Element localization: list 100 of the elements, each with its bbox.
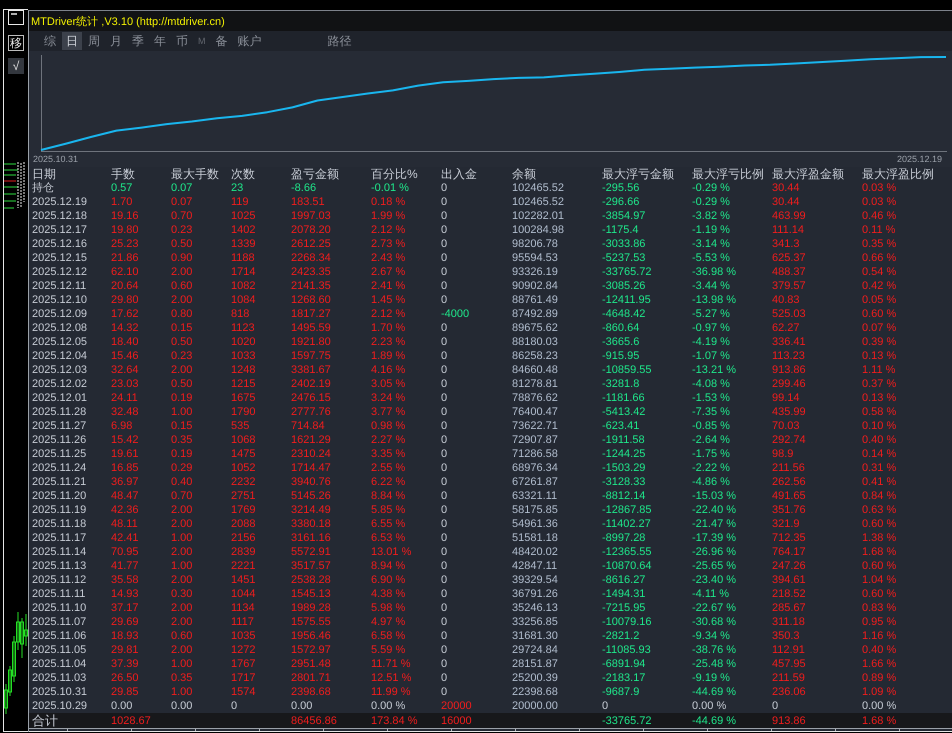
row-label: 2025.11.20 — [32, 489, 88, 503]
table-cell-text: 2.00 — [171, 503, 194, 517]
table-cell-text: -4000 — [441, 307, 470, 321]
table-cell-text: -25.48 % — [692, 657, 738, 671]
table-cell-text: 0.70 — [171, 489, 194, 503]
table-cell-text: 0.60 — [171, 279, 194, 293]
table-cell-text: 22398.68 — [512, 685, 559, 699]
table-cell-text: 1215 — [231, 377, 256, 391]
table-cell-text: 25.23 — [111, 237, 140, 251]
table-cell-text: 350.3 — [772, 629, 801, 643]
tab[interactable]: 备 — [212, 32, 232, 50]
table-cell-text: 62.10 — [111, 265, 140, 279]
table-cell-text: -2821.2 — [602, 629, 640, 643]
table-cell-text: 2.00 — [171, 643, 194, 657]
table-cell-text: -3665.6 — [602, 335, 640, 349]
row-label: 2025.11.25 — [32, 447, 88, 461]
row-label: 合计 — [32, 714, 59, 728]
table-cell-text: 1475 — [231, 447, 256, 461]
table-cell-text: 2.00 — [171, 573, 194, 587]
table-cell-text: 1.45 % — [371, 293, 406, 307]
table-cell-text: 8.94 % — [371, 559, 406, 573]
table-cell-text: -5413.42 — [602, 405, 646, 419]
table-cell-text: 913.86 — [772, 363, 807, 377]
tab[interactable]: 年 — [150, 32, 170, 50]
table-cell-text: -12411.95 — [602, 293, 652, 307]
table-cell-text: 23 — [231, 181, 244, 195]
table-cell-text: 0 — [441, 587, 448, 601]
table-cell-text: 2423.35 — [291, 265, 332, 279]
table-cell-text: -5237.53 — [602, 251, 646, 265]
table-cell-text: 2156 — [231, 531, 256, 545]
table-cell-text: -13.21 % — [692, 363, 738, 377]
table-cell-text: 98206.78 — [512, 237, 559, 251]
table-cell-text: 78876.62 — [512, 391, 559, 405]
table-cell-text: 3517.57 — [291, 559, 332, 573]
tab[interactable]: 月 — [106, 32, 126, 50]
table-cell-text: 5145.26 — [291, 489, 332, 503]
tab[interactable]: 账户 — [234, 32, 266, 50]
table-cell-text: 1956.46 — [291, 629, 332, 643]
table-cell-text: 0.89 % — [862, 671, 898, 685]
table-cell-text: 6.53 % — [371, 531, 406, 545]
table-cell-text: -10079.16 — [602, 615, 653, 629]
table-cell-text: 33256.85 — [512, 615, 559, 629]
table-cell-text: 714.84 — [291, 419, 326, 433]
table-cell-text: -25.65 % — [692, 559, 738, 573]
table-cell-text: -3.82 % — [692, 209, 731, 223]
table-cell-text: -3281.8 — [602, 377, 640, 391]
table-cell-text: 0.19 — [171, 391, 194, 405]
table-cell-text: 42.36 — [111, 503, 140, 517]
row-label: 2025.12.17 — [32, 223, 88, 237]
table-cell-text: 0 — [441, 391, 448, 405]
table-cell-text: -1.07 % — [692, 349, 731, 363]
table-cell-text: -1.53 % — [692, 391, 731, 405]
table-cell-text: 2.12 % — [371, 307, 406, 321]
table-cell-text: 20000.00 — [512, 699, 559, 713]
table-cell-text: 0 — [441, 601, 448, 615]
table-cell-text: 211.56 — [772, 461, 806, 475]
table-cell-text: 0.13 % — [862, 349, 898, 363]
row-label: 2025.12.15 — [32, 251, 88, 265]
tab[interactable]: 季 — [128, 32, 148, 50]
column-header: 最大浮盈金额 — [772, 167, 845, 181]
table-cell-text: 2232 — [231, 475, 256, 489]
table-cell-text: -1911.58 — [602, 433, 646, 447]
table-cell-text: 1790 — [231, 405, 256, 419]
table-cell-text: 0.42 % — [862, 279, 898, 293]
table-cell-text: 0 — [441, 181, 448, 195]
table-cell-text: 1339 — [231, 237, 256, 251]
table-cell-text: 0 — [441, 321, 448, 335]
tab[interactable]: 币 — [172, 32, 192, 50]
table-cell-text: 0 — [441, 657, 448, 671]
table-cell-text: 0.50 — [171, 237, 194, 251]
table-cell-text: -5.27 % — [692, 307, 731, 321]
side-button[interactable]: √ — [8, 58, 24, 74]
side-button[interactable]: 移 — [8, 35, 24, 51]
table-cell-text: -1.75 % — [692, 447, 731, 461]
table-cell-text: 8.84 % — [371, 489, 406, 503]
table-cell-text: -2.64 % — [692, 433, 731, 447]
table-cell-text: 535 — [231, 419, 250, 433]
table-cell-text: -5.53 % — [692, 251, 731, 265]
table-cell-text: 2.27 % — [371, 433, 406, 447]
table-cell-text: 16000 — [441, 714, 473, 728]
table-cell-text: 0.13 % — [862, 391, 898, 405]
table-cell-text: -13.98 % — [692, 293, 738, 307]
table-cell-text: 87492.89 — [512, 307, 559, 321]
row-label: 2025.11.12 — [32, 573, 88, 587]
table-cell-text: 2.55 % — [371, 461, 406, 475]
tab[interactable]: 路径 — [324, 32, 356, 50]
column-header: 最大浮亏比例 — [692, 167, 765, 181]
row-label: 2025.11.14 — [32, 545, 88, 559]
tab[interactable]: 周 — [84, 32, 104, 50]
table-cell-text: 1574 — [231, 685, 256, 699]
table-cell-text: 173.84 % — [371, 714, 418, 728]
table-cell-text: 0 — [441, 685, 448, 699]
tab[interactable]: 日 — [62, 32, 82, 50]
window-icon[interactable] — [8, 10, 24, 25]
row-label: 2025.11.03 — [32, 671, 88, 685]
table-cell-text: -33765.72 — [602, 265, 653, 279]
table-cell-text: 2078.20 — [291, 223, 332, 237]
table-cell-text: 1817.27 — [291, 307, 332, 321]
tab[interactable]: 综 — [40, 32, 60, 50]
table-cell-text: 0.80 — [171, 307, 194, 321]
